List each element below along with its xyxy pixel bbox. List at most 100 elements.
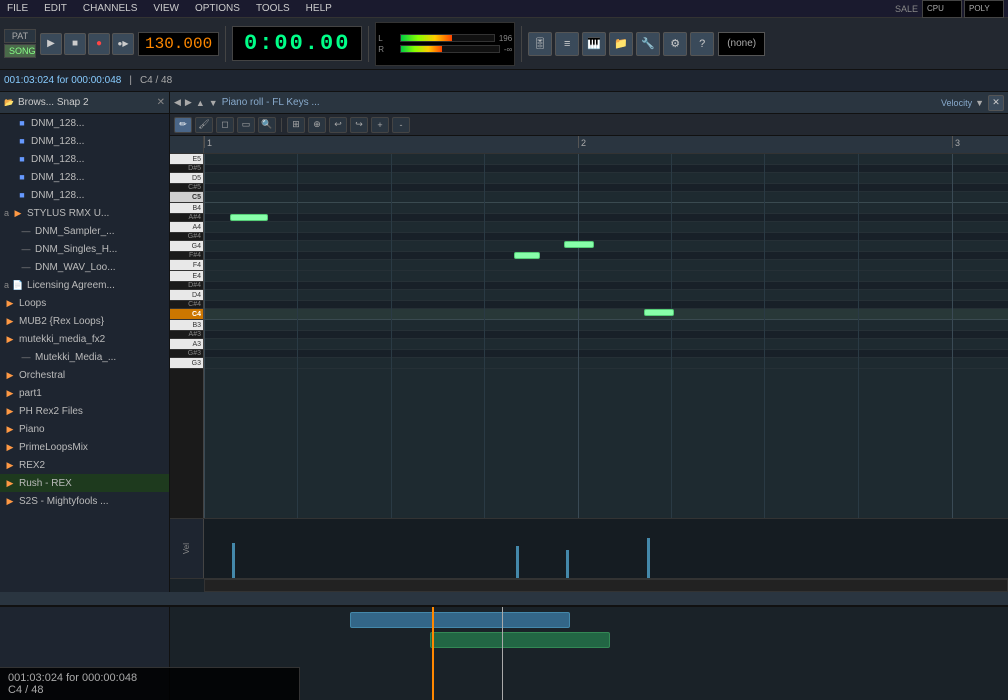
piano-key-c5[interactable]: C5	[170, 192, 203, 203]
channel-rack-button[interactable]: ≡	[555, 32, 579, 56]
zoom-out-button[interactable]: -	[392, 117, 410, 133]
menu-options[interactable]: OPTIONS	[192, 3, 243, 14]
piano-key-a3[interactable]: A3	[170, 339, 203, 350]
piano-key-a4[interactable]: A4	[170, 222, 203, 233]
pr-options-icon[interactable]: ▼	[975, 98, 984, 108]
marker-line	[502, 607, 503, 700]
stop-button[interactable]: ■	[64, 33, 86, 55]
piano-key-b3[interactable]: B3	[170, 320, 203, 331]
zoom-tool-button[interactable]: 🔍	[258, 117, 276, 133]
piano-key-ds5[interactable]: D#5	[170, 165, 203, 173]
menu-channels[interactable]: CHANNELS	[80, 3, 140, 14]
playlist-block[interactable]	[430, 632, 610, 648]
pat-button[interactable]: PAT	[4, 29, 36, 43]
piano-roll-button[interactable]: 🎹	[582, 32, 606, 56]
note-c4[interactable]	[644, 309, 674, 316]
list-item[interactable]: — Mutekki_Media_...	[0, 348, 169, 366]
erase-tool-button[interactable]: ◻	[216, 117, 234, 133]
list-item[interactable]: ▶ MUB2 {Rex Loops}	[0, 312, 169, 330]
note-g4[interactable]	[564, 241, 594, 248]
menu-edit[interactable]: EDIT	[41, 3, 70, 14]
piano-key-g3[interactable]: G3	[170, 358, 203, 369]
piano-key-cs5[interactable]: C#5	[170, 184, 203, 192]
item-label: DNM_Sampler_...	[35, 226, 114, 237]
velocity-bars[interactable]	[204, 519, 1008, 578]
piano-key-as4[interactable]: A#4	[170, 214, 203, 222]
meter-l-label: L	[378, 34, 398, 43]
list-item[interactable]: ■ DNM_128...	[0, 150, 169, 168]
list-item[interactable]: ▶ REX2	[0, 456, 169, 474]
piano-key-d4[interactable]: D4	[170, 290, 203, 301]
browser-close-button[interactable]: ✕	[157, 97, 165, 108]
horizontal-scrollbar[interactable]	[204, 579, 1008, 592]
piano-key-gs4[interactable]: G#4	[170, 233, 203, 241]
menu-tools[interactable]: TOOLS	[253, 3, 293, 14]
list-item[interactable]: — DNM_Sampler_...	[0, 222, 169, 240]
velocity-label[interactable]: Velocity	[941, 98, 972, 108]
mixer-button[interactable]: 🎚	[528, 32, 552, 56]
list-item[interactable]: ▶ PH Rex2 Files	[0, 402, 169, 420]
timeline-ruler[interactable]: 1 2 3	[204, 136, 1008, 153]
play-button[interactable]: ▶	[40, 33, 62, 55]
zoom-in-button[interactable]: +	[371, 117, 389, 133]
piano-key-ds4[interactable]: D#4	[170, 282, 203, 290]
undo-button[interactable]: ↩	[329, 117, 347, 133]
piano-key-b4[interactable]: B4	[170, 203, 203, 214]
menu-file[interactable]: FILE	[4, 3, 31, 14]
help-button[interactable]: ?	[690, 32, 714, 56]
item-label: part1	[19, 388, 42, 399]
piano-key-e5[interactable]: E5	[170, 154, 203, 165]
piano-key-cs4[interactable]: C#4	[170, 301, 203, 309]
piano-key-g4[interactable]: G4	[170, 241, 203, 252]
piano-roll-title: Piano roll - FL Keys ...	[222, 97, 320, 108]
grid-row-d5	[204, 173, 1008, 184]
piano-key-c4[interactable]: C4	[170, 309, 203, 320]
list-item[interactable]: — DNM_Singles_H...	[0, 240, 169, 258]
list-item[interactable]: ■ DNM_128...	[0, 114, 169, 132]
list-item[interactable]: a ▶ STYLUS RMX U...	[0, 204, 169, 222]
list-item[interactable]: ▶ mutekki_media_fx2	[0, 330, 169, 348]
pattern-record-button[interactable]: ●▶	[112, 33, 134, 55]
menu-view[interactable]: VIEW	[150, 3, 182, 14]
snap-button[interactable]: ⊞	[287, 117, 305, 133]
pr-close-button[interactable]: ✕	[988, 95, 1004, 111]
list-item[interactable]: ■ DNM_128...	[0, 168, 169, 186]
browser-button[interactable]: 📁	[609, 32, 633, 56]
song-button[interactable]: SONG	[4, 44, 36, 58]
list-item[interactable]: ▶ PrimeLoopsMix	[0, 438, 169, 456]
list-item[interactable]: ▶ Orchestral	[0, 366, 169, 384]
piano-key-d5[interactable]: D5	[170, 173, 203, 184]
list-item[interactable]: ▶ S2S - Mightyfools ...	[0, 492, 169, 510]
redo-button[interactable]: ↪	[350, 117, 368, 133]
list-item[interactable]: a 📄 Licensing Agreem...	[0, 276, 169, 294]
list-item[interactable]: ▶ part1	[0, 384, 169, 402]
beat-line	[952, 154, 953, 518]
paint-tool-button[interactable]: 🖌	[195, 117, 213, 133]
piano-key-gs3[interactable]: G#3	[170, 350, 203, 358]
meter-r-label: R	[378, 45, 398, 54]
piano-key-e4[interactable]: E4	[170, 271, 203, 282]
list-item[interactable]: ■ DNM_128...	[0, 186, 169, 204]
note-fs4[interactable]	[514, 252, 540, 259]
list-item[interactable]: ▶ Piano	[0, 420, 169, 438]
note-as4-1[interactable]	[230, 214, 268, 221]
menu-help[interactable]: HELP	[303, 3, 335, 14]
piano-key-fs4[interactable]: F#4	[170, 252, 203, 260]
magnet-button[interactable]: ⊕	[308, 117, 326, 133]
playlist-block[interactable]	[350, 612, 570, 628]
draw-tool-button[interactable]: ✏	[174, 117, 192, 133]
toolbar-separator	[281, 118, 282, 132]
record-button[interactable]: ●	[88, 33, 110, 55]
list-item[interactable]: ■ DNM_128...	[0, 132, 169, 150]
bpm-display[interactable]: 130.000	[138, 32, 219, 56]
settings-button[interactable]: ⚙	[663, 32, 687, 56]
grid-row-d4	[204, 290, 1008, 301]
plugin-picker-button[interactable]: 🔧	[636, 32, 660, 56]
list-item[interactable]: — DNM_WAV_Loo...	[0, 258, 169, 276]
piano-key-f4[interactable]: F4	[170, 260, 203, 271]
note-grid[interactable]	[204, 154, 1008, 518]
list-item-rush-rex[interactable]: ▶ Rush - REX	[0, 474, 169, 492]
piano-key-as3[interactable]: A#3	[170, 331, 203, 339]
select-tool-button[interactable]: ▭	[237, 117, 255, 133]
list-item[interactable]: ▶ Loops	[0, 294, 169, 312]
